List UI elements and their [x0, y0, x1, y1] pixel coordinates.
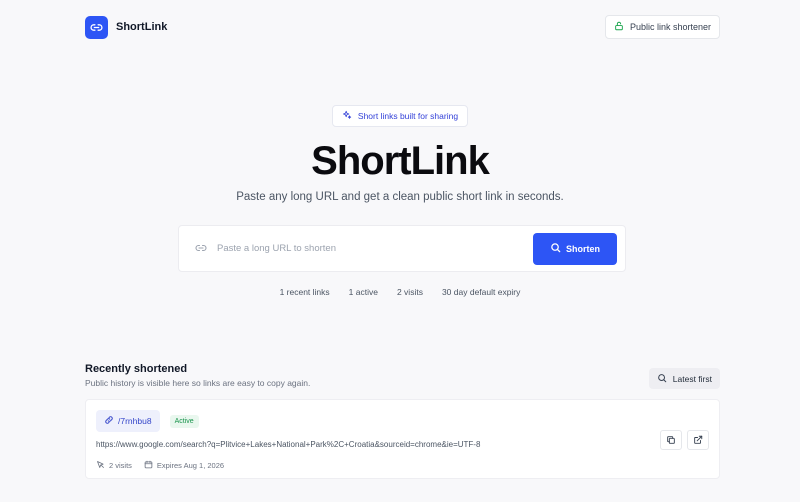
recent-section-header: Recently shortened Public history is vis…: [85, 363, 720, 389]
tagline-pill: Short links built for sharing: [331, 105, 469, 127]
expiry-meta: Expires Aug 1, 2026: [144, 460, 224, 471]
brand[interactable]: ShortLink: [85, 15, 168, 39]
shorten-button[interactable]: Shorten: [533, 232, 617, 265]
link-meta: 2 visits Expires Aug 1, 2026: [96, 460, 224, 471]
calendar-icon: [144, 460, 153, 471]
status-badge: Active: [169, 414, 199, 428]
open-link-button[interactable]: [687, 430, 709, 450]
page-title: ShortLink: [311, 139, 490, 183]
activity-icon: [96, 460, 105, 471]
link-icon: [195, 242, 209, 256]
brand-name: ShortLink: [116, 21, 168, 33]
external-link-icon: [693, 433, 703, 448]
slug-row: /7rnhbu8 Active: [96, 410, 199, 432]
tagline-label: Short links built for sharing: [357, 111, 459, 121]
link-icon: [104, 415, 114, 427]
stat-recent-links: 1 recent links: [279, 287, 330, 297]
public-shortener-badge: Public link shortener: [604, 15, 720, 39]
shorten-button-label: Shorten: [565, 243, 600, 254]
short-link-slug: /7rnhbu8: [118, 416, 152, 426]
url-input[interactable]: [217, 243, 533, 254]
badge-label: Public link shortener: [629, 22, 711, 32]
search-icon: [550, 242, 561, 255]
copy-icon: [666, 433, 676, 448]
stat-active: 1 active: [348, 287, 378, 297]
stats-row: 1 recent links 1 active 2 visits 30 day …: [0, 287, 800, 297]
stat-default-expiry: 30 day default expiry: [441, 287, 521, 297]
recent-title: Recently shortened: [85, 363, 188, 375]
site-header: ShortLink Public link shortener: [85, 15, 720, 39]
list-item: /7rnhbu8 Active https://www.google.com/s…: [85, 399, 720, 479]
visits-meta: 2 visits: [96, 460, 132, 471]
link-icon: [85, 15, 108, 39]
card-actions: [660, 430, 709, 450]
lock-icon: [614, 21, 624, 33]
recent-subtitle: Public history is visible here so links …: [85, 378, 311, 388]
page-subtitle: Paste any long URL and get a clean publi…: [236, 191, 564, 203]
original-url: https://www.google.com/search?q=Plitvice…: [96, 440, 481, 449]
expiry-date: Expires Aug 1, 2026: [156, 461, 225, 470]
stat-visits: 2 visits: [396, 287, 423, 297]
copy-button[interactable]: [660, 430, 682, 450]
short-link[interactable]: /7rnhbu8: [96, 410, 160, 432]
shorten-form: Shorten: [178, 225, 626, 272]
visits-count: 2 visits: [109, 461, 132, 470]
sparkles-icon: [342, 110, 352, 122]
search-icon: [657, 373, 667, 385]
sort-button[interactable]: Latest first: [648, 368, 720, 389]
sort-label: Latest first: [672, 373, 712, 384]
hero: Short links built for sharing ShortLink …: [0, 105, 800, 203]
